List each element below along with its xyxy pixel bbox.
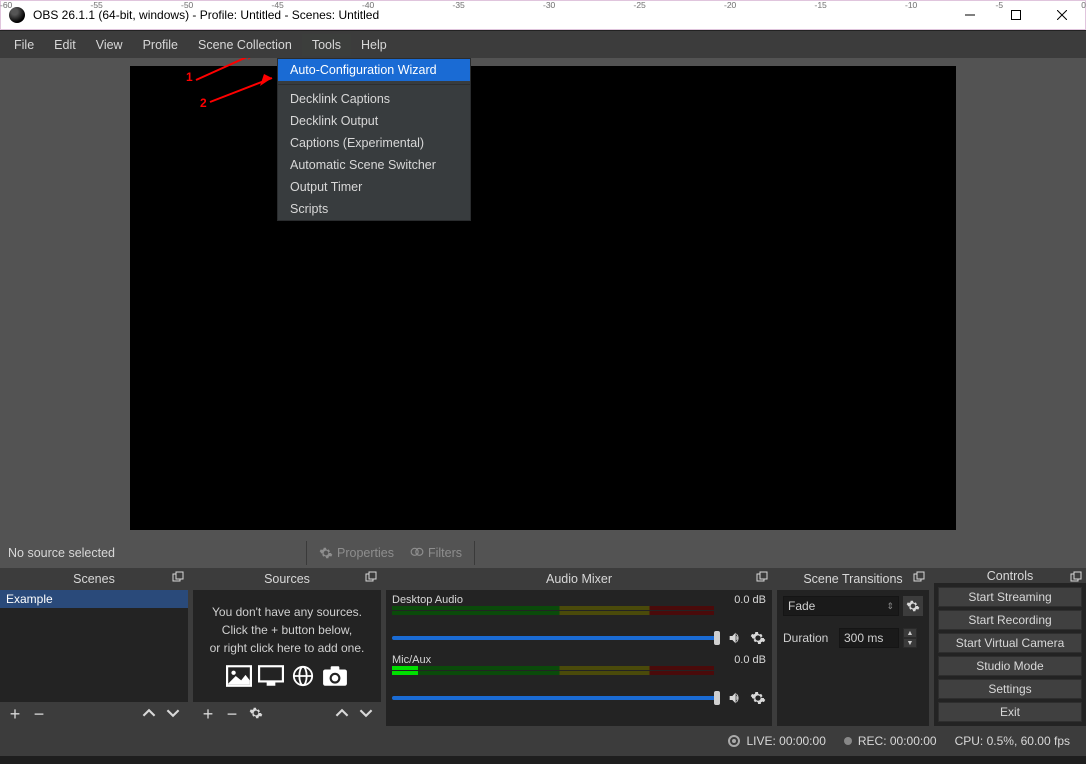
broadcast-icon [728,735,740,747]
source-add-button[interactable]: + [199,704,217,725]
preview-area: 1 2 [0,58,1086,538]
scenes-panel: Scenes Example + − [0,568,188,726]
volume-slider[interactable] [392,636,720,640]
scene-up-button[interactable] [140,704,158,725]
status-rec: REC: 00:00:00 [844,734,937,748]
scene-item[interactable]: Example [0,590,188,608]
tools-item-output-timer[interactable]: Output Timer [278,176,470,198]
preview-canvas[interactable] [130,66,956,530]
sources-popout-icon[interactable] [365,571,377,586]
mixer-title: Audio Mixer [546,572,612,586]
transitions-panel: Scene Transitions Fade ⇕ Duration 300 ms… [777,568,929,726]
channel-level: 0.0 dB [734,654,766,666]
menu-file[interactable]: File [4,34,44,56]
channel-settings-icon[interactable] [750,690,766,706]
status-live: LIVE: 00:00:00 [728,734,825,748]
meter-bars [392,606,714,616]
status-cpu: CPU: 0.5%, 60.00 fps [955,734,1070,748]
mixer-channel-mic: Mic/Aux 0.0 dB -60-55-50-45-40-35-30-25-… [392,654,766,706]
mixer-popout-icon[interactable] [756,571,768,586]
channel-settings-icon[interactable] [750,630,766,646]
menu-view[interactable]: View [86,34,133,56]
source-status: No source selected [8,546,298,560]
speaker-icon[interactable] [726,690,744,706]
tools-item-captions[interactable]: Captions (Experimental) [278,132,470,154]
camera-icon [322,665,348,687]
sources-empty[interactable]: You don't have any sources. Click the + … [193,590,381,702]
menu-tools[interactable]: Tools [302,34,351,56]
transition-settings-button[interactable] [903,596,923,616]
menu-edit[interactable]: Edit [44,34,86,56]
scene-down-button[interactable] [164,704,182,725]
display-icon [258,665,284,687]
duration-spinner[interactable]: ▲▼ [903,628,917,648]
volume-slider[interactable] [392,696,720,700]
tools-item-scripts[interactable]: Scripts [278,198,470,220]
image-icon [226,665,252,687]
duration-label: Duration [783,631,835,645]
source-up-button[interactable] [333,704,351,725]
properties-button[interactable]: Properties [315,544,398,562]
meter-bars [392,666,714,676]
menu-help[interactable]: Help [351,34,397,56]
transitions-popout-icon[interactable] [913,571,925,586]
scenes-title: Scenes [73,572,115,586]
meter-scale: -60-55-50-45-40-35-30-25-20-15-10-50 [0,0,1086,10]
tools-dropdown: Auto-Configuration Wizard Decklink Capti… [277,58,471,221]
menu-separator [278,84,470,85]
scene-add-button[interactable]: + [6,704,24,725]
source-settings-button[interactable] [247,704,265,725]
scene-remove-button[interactable]: − [30,704,48,725]
controls-popout-icon[interactable] [1070,571,1082,586]
menubar: File Edit View Profile Scene Collection … [0,30,1086,58]
sources-panel: Sources You don't have any sources. Clic… [193,568,381,726]
window-title: OBS 26.1.1 (64-bit, windows) - Profile: … [33,8,947,22]
controls-title: Controls [987,569,1034,583]
globe-icon [290,665,316,687]
channel-name: Desktop Audio [392,594,463,606]
settings-button[interactable]: Settings [938,679,1082,699]
tools-item-scene-switcher[interactable]: Automatic Scene Switcher [278,154,470,176]
channel-name: Mic/Aux [392,654,431,666]
panels: Scenes Example + − Sources You don't hav… [0,568,1086,726]
start-streaming-button[interactable]: Start Streaming [938,587,1082,607]
chevron-updown-icon: ⇕ [886,601,894,612]
source-down-button[interactable] [357,704,375,725]
exit-button[interactable]: Exit [938,702,1082,722]
source-remove-button[interactable]: − [223,704,241,725]
tools-item-decklink-captions[interactable]: Decklink Captions [278,88,470,110]
filters-button[interactable]: Filters [406,544,466,562]
tools-item-auto-config[interactable]: Auto-Configuration Wizard [278,59,470,81]
record-dot-icon [844,737,852,745]
studio-mode-button[interactable]: Studio Mode [938,656,1082,676]
duration-field[interactable]: 300 ms [839,628,899,648]
transitions-title: Scene Transitions [803,572,902,586]
sources-title: Sources [264,572,310,586]
speaker-icon[interactable] [726,630,744,646]
scenes-popout-icon[interactable] [172,571,184,586]
statusbar: LIVE: 00:00:00 REC: 00:00:00 CPU: 0.5%, … [0,726,1086,756]
menu-profile[interactable]: Profile [133,34,188,56]
source-toolbar: No source selected Properties Filters [0,538,1086,568]
mixer-panel: Audio Mixer Desktop Audio 0.0 dB -60-55-… [386,568,772,726]
menu-scene-collection[interactable]: Scene Collection [188,34,302,56]
start-virtual-camera-button[interactable]: Start Virtual Camera [938,633,1082,653]
start-recording-button[interactable]: Start Recording [938,610,1082,630]
transition-select[interactable]: Fade ⇕ [783,596,899,616]
mixer-channel-desktop: Desktop Audio 0.0 dB -60-55-50-45-40-35-… [392,594,766,646]
channel-level: 0.0 dB [734,594,766,606]
controls-panel: Controls Start Streaming Start Recording… [934,568,1086,726]
tools-item-decklink-output[interactable]: Decklink Output [278,110,470,132]
